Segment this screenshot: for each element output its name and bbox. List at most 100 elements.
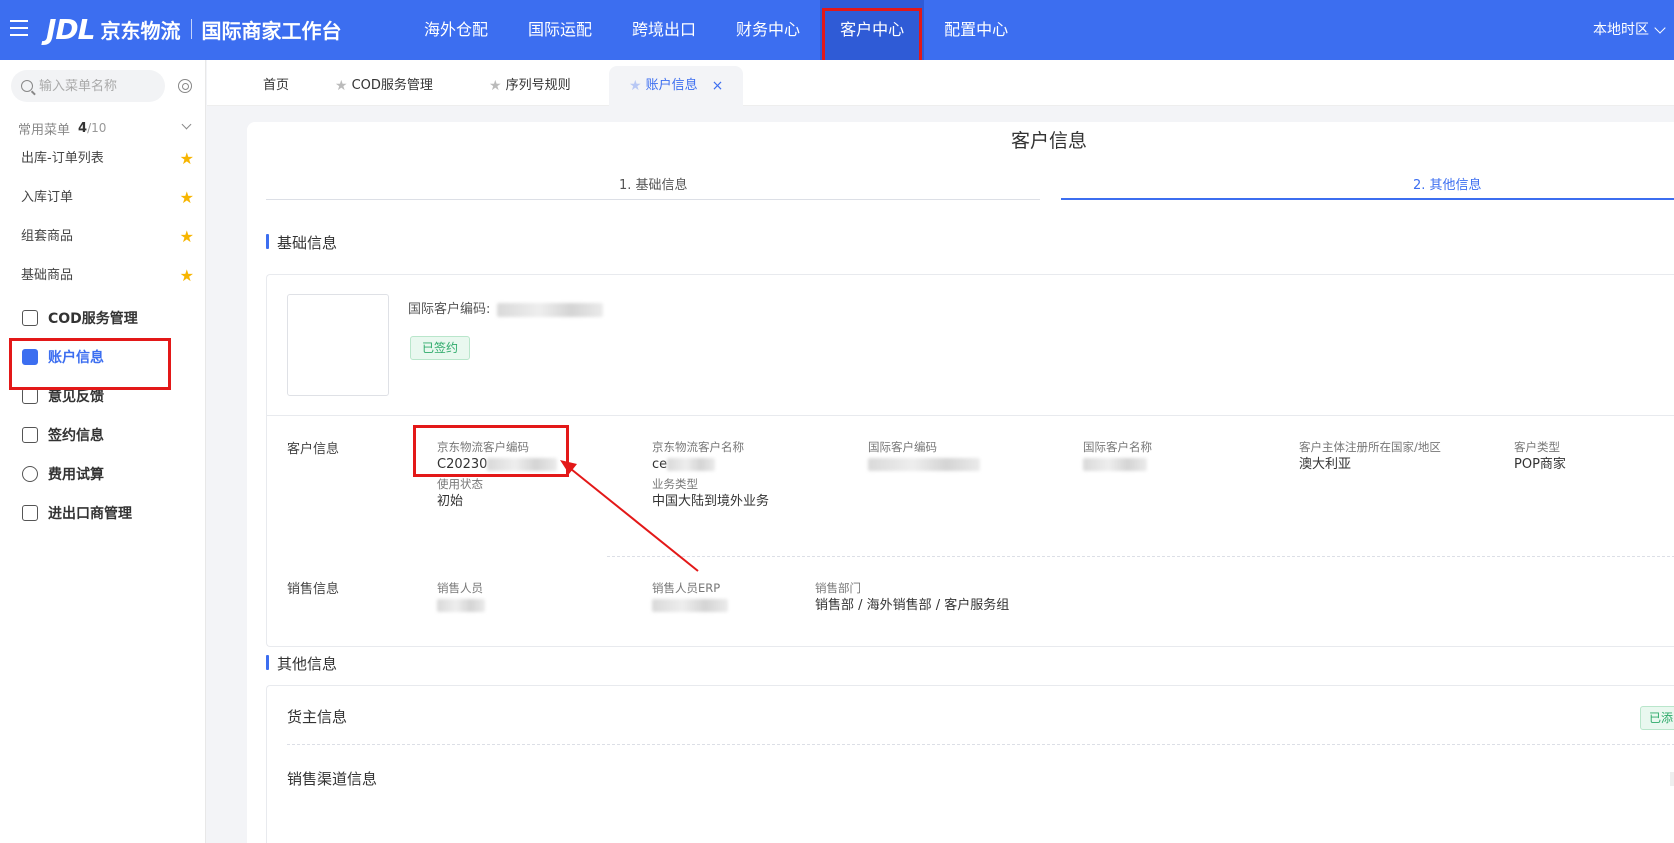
fee-calc-icon	[22, 466, 38, 482]
step-line-active	[1061, 198, 1674, 200]
row-label-sales: 销售信息	[287, 582, 340, 597]
tab-cod[interactable]: ★ COD服务管理	[335, 66, 433, 106]
field-label: 国际客户名称	[1083, 440, 1152, 454]
tab-serial-rules[interactable]: ★ 序列号规则	[489, 66, 571, 106]
star-icon[interactable]: ★	[335, 66, 348, 106]
cod-icon	[22, 310, 38, 326]
intl-customer-code-label: 国际客户编码:	[408, 302, 491, 317]
collapsed-control	[1670, 772, 1674, 786]
logo-mark: JDL	[46, 12, 96, 46]
star-icon[interactable]: ★	[180, 217, 194, 257]
star-icon[interactable]: ★	[489, 66, 502, 106]
row-label-sales-channel: 销售渠道信息	[287, 770, 378, 788]
chevron-down-icon	[181, 119, 192, 130]
field-registration-country: 客户主体注册所在国家/地区 澳大利亚	[1299, 439, 1441, 474]
sidebar-item-cod[interactable]: COD服务管理	[0, 298, 206, 338]
star-icon[interactable]: ★	[180, 139, 194, 179]
divider	[607, 556, 1674, 557]
favorite-item[interactable]: 基础商品 ★	[0, 256, 206, 296]
redacted-value	[652, 599, 728, 612]
favorite-item[interactable]: 入库订单 ★	[0, 178, 206, 218]
field-value: ce	[652, 455, 744, 474]
field-label: 客户主体注册所在国家/地区	[1299, 440, 1441, 454]
timezone-selector[interactable]: 本地时区	[1593, 0, 1666, 60]
annotation-highlight-box	[413, 425, 569, 477]
field-usage-status: 使用状态 初始	[437, 476, 483, 511]
field-customer-type: 客户类型 POP商家	[1514, 439, 1566, 474]
field-label: 销售人员	[437, 581, 483, 595]
settings-icon[interactable]	[178, 79, 192, 93]
field-value	[652, 596, 728, 615]
tab-label: 账户信息	[645, 78, 698, 93]
status-badge: 已签约	[410, 336, 471, 360]
favorite-item-label: 入库订单	[21, 190, 74, 205]
star-icon[interactable]: ★	[180, 178, 194, 218]
annotation-highlight-box	[9, 338, 171, 390]
redacted-value	[1083, 458, 1147, 471]
field-sales-person: 销售人员	[437, 580, 485, 615]
close-icon[interactable]: ×	[712, 66, 724, 106]
nav-cross-border-export[interactable]: 跨境出口	[612, 0, 716, 60]
sidebar-item-contract[interactable]: 签约信息	[0, 415, 206, 455]
search-icon	[21, 80, 33, 92]
field-value: 中国大陆到境外业务	[652, 494, 770, 509]
field-value	[868, 455, 980, 474]
favorite-item[interactable]: 组套商品 ★	[0, 217, 206, 257]
tab-account-info[interactable]: ★ 账户信息 ×	[609, 66, 744, 106]
star-icon[interactable]: ★	[629, 66, 642, 106]
favorites-count: 4	[78, 120, 88, 136]
chevron-down-icon	[1654, 22, 1666, 34]
tab-label: 序列号规则	[505, 78, 571, 93]
star-icon[interactable]: ★	[180, 256, 194, 296]
redacted-value	[496, 302, 603, 317]
step-basic-info[interactable]: 1. 基础信息	[619, 174, 688, 193]
customer-info-card: 客户信息 1. 基础信息 2. 其他信息 基础信息 国际客户编码: 已签约 客户…	[247, 122, 1674, 843]
tab-label: COD服务管理	[351, 78, 433, 93]
favorite-item-label: 基础商品	[21, 268, 74, 283]
avatar	[287, 294, 389, 396]
logo-divider	[190, 19, 192, 39]
field-value	[1083, 455, 1152, 474]
field-sales-department: 销售部门 销售部 / 海外销售部 / 客户服务组	[815, 580, 1015, 615]
nav-customer-center[interactable]: 客户中心	[820, 0, 925, 66]
section-title-other: 其他信息	[266, 653, 337, 674]
nav-overseas-warehouse[interactable]: 海外仓配	[404, 0, 508, 60]
tab-label: 首页	[263, 78, 290, 93]
redacted-value	[868, 458, 980, 471]
sidebar-item-importer[interactable]: 进出口商管理	[0, 493, 206, 533]
redacted-value	[667, 458, 716, 471]
importer-icon	[22, 505, 38, 521]
timezone-label: 本地时区	[1593, 22, 1649, 38]
field-sales-erp: 销售人员ERP	[652, 580, 728, 615]
nav-intl-transport[interactable]: 国际运配	[508, 0, 612, 60]
sidebar-item-label: 签约信息	[48, 428, 104, 444]
field-label: 销售部门	[815, 581, 861, 595]
redacted-value	[437, 599, 485, 612]
favorite-item[interactable]: 出库-订单列表 ★	[0, 139, 206, 179]
field-value: 澳大利亚	[1299, 457, 1352, 472]
nav-finance-center[interactable]: 财务中心	[716, 0, 820, 60]
top-navbar: JDL 京东物流 国际商家工作台 海外仓配 国际运配 跨境出口 财务中心 客户中…	[0, 0, 1674, 66]
menu-search-input[interactable]	[39, 78, 154, 94]
field-label: 国际客户编码	[868, 440, 937, 454]
status-badge: 已添	[1639, 706, 1674, 730]
other-info-panel: 货主信息 已添 销售渠道信息	[266, 685, 1674, 843]
row-label-shipper: 货主信息	[287, 708, 348, 726]
favorite-item-label: 出库-订单列表	[21, 151, 104, 166]
hamburger-menu-icon[interactable]	[10, 20, 28, 36]
sidebar-item-fee-calc[interactable]: 费用试算	[0, 454, 206, 494]
field-intl-customer-name: 国际客户名称	[1083, 439, 1152, 474]
nav-config-center[interactable]: 配置中心	[924, 0, 1028, 60]
favorite-item-label: 组套商品	[21, 229, 74, 244]
step-other-info[interactable]: 2. 其他信息	[1413, 174, 1482, 193]
field-label: 京东物流客户名称	[652, 440, 744, 454]
tab-home[interactable]: 首页	[263, 66, 289, 106]
basic-info-panel: 国际客户编码: 已签约 客户信息 京东物流客户编码 C20230 京东物流客户名…	[266, 274, 1674, 647]
feedback-icon	[22, 388, 38, 404]
field-intl-customer-code: 国际客户编码	[868, 439, 980, 474]
favorites-header[interactable]: 常用菜单 4 /10	[18, 116, 196, 140]
field-label: 业务类型	[652, 477, 698, 491]
sidebar: 常用菜单 4 /10 出库-订单列表 ★ 入库订单 ★ 组套商品 ★ 基础商品 …	[0, 60, 206, 843]
menu-search	[11, 70, 165, 102]
field-value	[437, 596, 485, 615]
